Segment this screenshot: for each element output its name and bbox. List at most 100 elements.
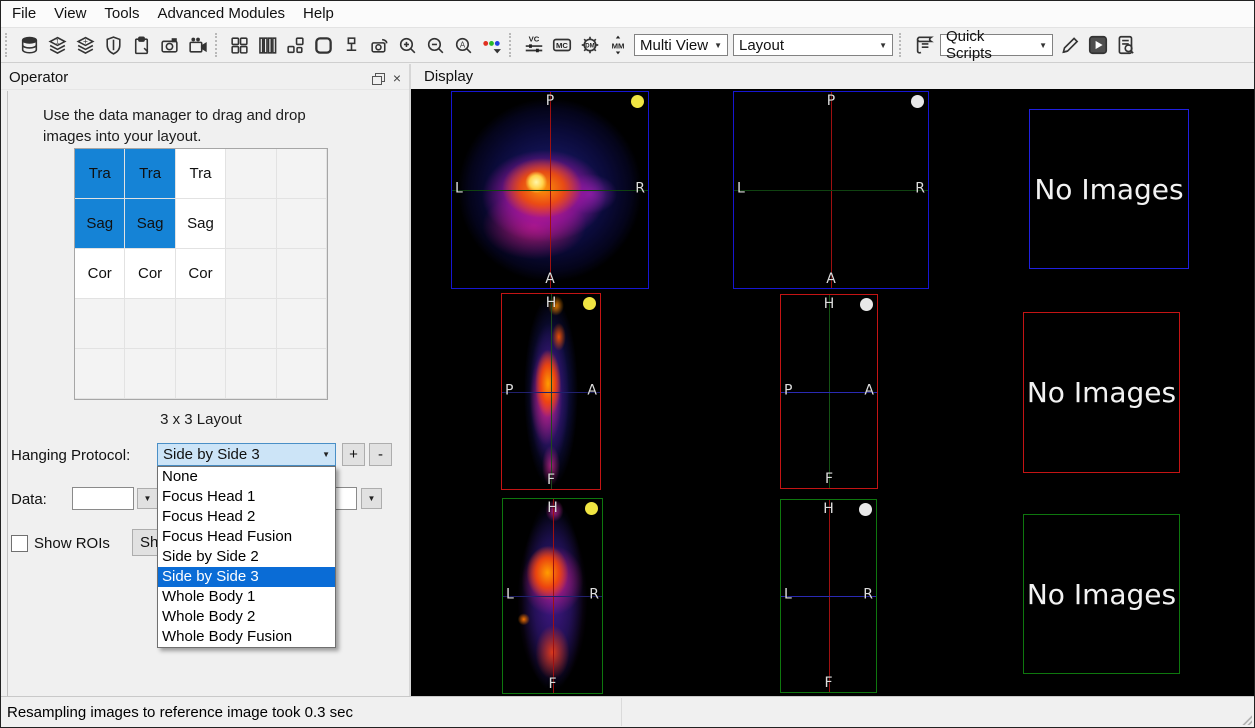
orientation-label-right: A	[864, 382, 874, 398]
hanging-protocol-option[interactable]: Focus Head 1	[158, 487, 335, 507]
operator-panel: Operator × Use the data manager to drag …	[1, 64, 409, 697]
orientation-label-right: R	[915, 181, 925, 197]
layout-grid-cell[interactable]	[226, 299, 276, 349]
multi-view-select[interactable]: Multi View▼	[634, 34, 728, 56]
data-manager-button[interactable]	[16, 32, 43, 59]
layout-grid-cell[interactable]	[75, 349, 125, 399]
layout-grid-cell[interactable]	[277, 349, 327, 399]
viewport-r1c2[interactable]: PALR	[733, 91, 929, 289]
menu-item-advanced-modules[interactable]: Advanced Modules	[148, 1, 294, 27]
paste-button[interactable]	[128, 32, 155, 59]
toolbar-drag-handle[interactable]	[215, 33, 220, 57]
layout-grid-cell[interactable]: Tra	[75, 149, 125, 199]
layout-grid-cell[interactable]	[75, 299, 125, 349]
zoom-auto-button[interactable]: A	[450, 32, 477, 59]
report-button[interactable]	[1112, 32, 1139, 59]
zoom-in-button[interactable]	[394, 32, 421, 59]
layout-grid-cell[interactable]: Cor	[125, 249, 175, 299]
layers-single-button[interactable]: 1	[44, 32, 71, 59]
record-movie-button[interactable]	[184, 32, 211, 59]
hanging-protocol-option[interactable]: Focus Head Fusion	[158, 527, 335, 547]
volume-control-button[interactable]: VC	[520, 32, 547, 59]
quick-scripts-select[interactable]: Quick Scripts▼	[940, 34, 1053, 56]
layers-add-button[interactable]: +	[72, 32, 99, 59]
layout-single-button[interactable]	[310, 32, 337, 59]
close-panel-icon[interactable]: ×	[393, 72, 401, 84]
viewport-r1c3[interactable]: No Images	[1029, 109, 1189, 269]
capture-view-button[interactable]	[366, 32, 393, 59]
hanging-protocol-option[interactable]: Side by Side 2	[158, 547, 335, 567]
layout-grid-cell[interactable]	[226, 199, 276, 249]
layout-grid-cell[interactable]	[226, 349, 276, 399]
hanging-protocol-option[interactable]: Side by Side 3	[158, 567, 335, 587]
viewport-marker-dot	[859, 503, 872, 516]
hanging-protocol-dropdown: NoneFocus Head 1Focus Head 2Focus Head F…	[157, 466, 336, 648]
menu-item-file[interactable]: File	[3, 1, 45, 27]
screenshot-button[interactable]	[156, 32, 183, 59]
layout-grid-cell[interactable]: Sag	[75, 199, 125, 249]
float-panel-icon[interactable]	[372, 73, 383, 83]
layout-columns-button[interactable]	[254, 32, 281, 59]
layout-grid-cell[interactable]: Cor	[75, 249, 125, 299]
layout-grid-cell[interactable]	[176, 299, 226, 349]
orientation-label-top: P	[546, 93, 554, 109]
viewport-r1c1[interactable]: PALR	[451, 91, 649, 289]
run-script-button[interactable]	[1084, 32, 1111, 59]
hanging-protocol-option[interactable]: Whole Body 2	[158, 607, 335, 627]
data-field-2-dropdown-button[interactable]: ▼	[361, 488, 382, 509]
video-camera-icon	[187, 35, 208, 56]
mc-box-icon: MC	[551, 34, 573, 56]
layout-grid-cell[interactable]	[277, 149, 327, 199]
pin-views-button[interactable]	[338, 32, 365, 59]
show-rois-checkbox[interactable]	[11, 535, 28, 552]
layout-grid-cell[interactable]	[226, 149, 276, 199]
add-protocol-button[interactable]: +	[342, 443, 365, 466]
viewport-r2c3[interactable]: No Images	[1023, 312, 1180, 473]
toolbar-drag-handle[interactable]	[5, 33, 10, 57]
no-images-label: No Images	[1024, 515, 1179, 673]
layout-custom-button[interactable]	[282, 32, 309, 59]
edit-script-button[interactable]	[1056, 32, 1083, 59]
scripts-button[interactable]	[910, 32, 937, 59]
menu-item-view[interactable]: View	[45, 1, 95, 27]
layout-grid-cell[interactable]	[125, 349, 175, 399]
viewport-r3c3[interactable]: No Images	[1023, 514, 1180, 674]
protocol-edit-button[interactable]	[100, 32, 127, 59]
layout-grid-cell[interactable]: Sag	[125, 199, 175, 249]
layout-grid-cell[interactable]	[176, 349, 226, 399]
data-field-1[interactable]	[72, 487, 134, 510]
remove-protocol-button[interactable]: -	[369, 443, 392, 466]
viewport-r3c2[interactable]: HFLR	[780, 499, 877, 693]
layout-grid-cell[interactable]: Cor	[176, 249, 226, 299]
layout-grid-cell[interactable]: Tra	[176, 149, 226, 199]
hanging-protocol-option[interactable]: Whole Body Fusion	[158, 627, 335, 647]
viewport-r2c1[interactable]: HFPA	[501, 293, 601, 490]
layout-grid-cell[interactable]	[226, 249, 276, 299]
menu-item-help[interactable]: Help	[294, 1, 343, 27]
layout-grid-cell[interactable]	[125, 299, 175, 349]
layout-grid-cell[interactable]	[277, 299, 327, 349]
viewport-r3c1[interactable]: HFLR	[502, 498, 603, 694]
hanging-protocol-option[interactable]: Whole Body 1	[158, 587, 335, 607]
data-module-button[interactable]: DM	[576, 32, 603, 59]
min-max-button[interactable]: MM	[604, 32, 631, 59]
layout-grid-cell[interactable]	[277, 249, 327, 299]
hanging-protocol-select[interactable]: Side by Side 3 ▼	[157, 443, 336, 466]
layout-2x2-button[interactable]	[226, 32, 253, 59]
layout-grid-cell[interactable]: Sag	[176, 199, 226, 249]
hanging-protocol-option[interactable]: None	[158, 467, 335, 487]
layout-grid-cell[interactable]: Tra	[125, 149, 175, 199]
data-field-1-dropdown-button[interactable]: ▼	[137, 488, 158, 509]
zoom-out-button[interactable]	[422, 32, 449, 59]
orientation-label-top: H	[547, 500, 558, 516]
viewport-r2c2[interactable]: HFPA	[780, 294, 878, 489]
multi-control-button[interactable]: MC	[548, 32, 575, 59]
toolbar-drag-handle[interactable]	[899, 33, 904, 57]
resize-grip[interactable]	[1240, 713, 1252, 725]
hanging-protocol-option[interactable]: Focus Head 2	[158, 507, 335, 527]
colormap-button[interactable]	[478, 32, 505, 59]
menu-item-tools[interactable]: Tools	[95, 1, 148, 27]
layout-select[interactable]: Layout▼	[733, 34, 893, 56]
layout-grid-cell[interactable]	[277, 199, 327, 249]
toolbar-drag-handle[interactable]	[509, 33, 514, 57]
